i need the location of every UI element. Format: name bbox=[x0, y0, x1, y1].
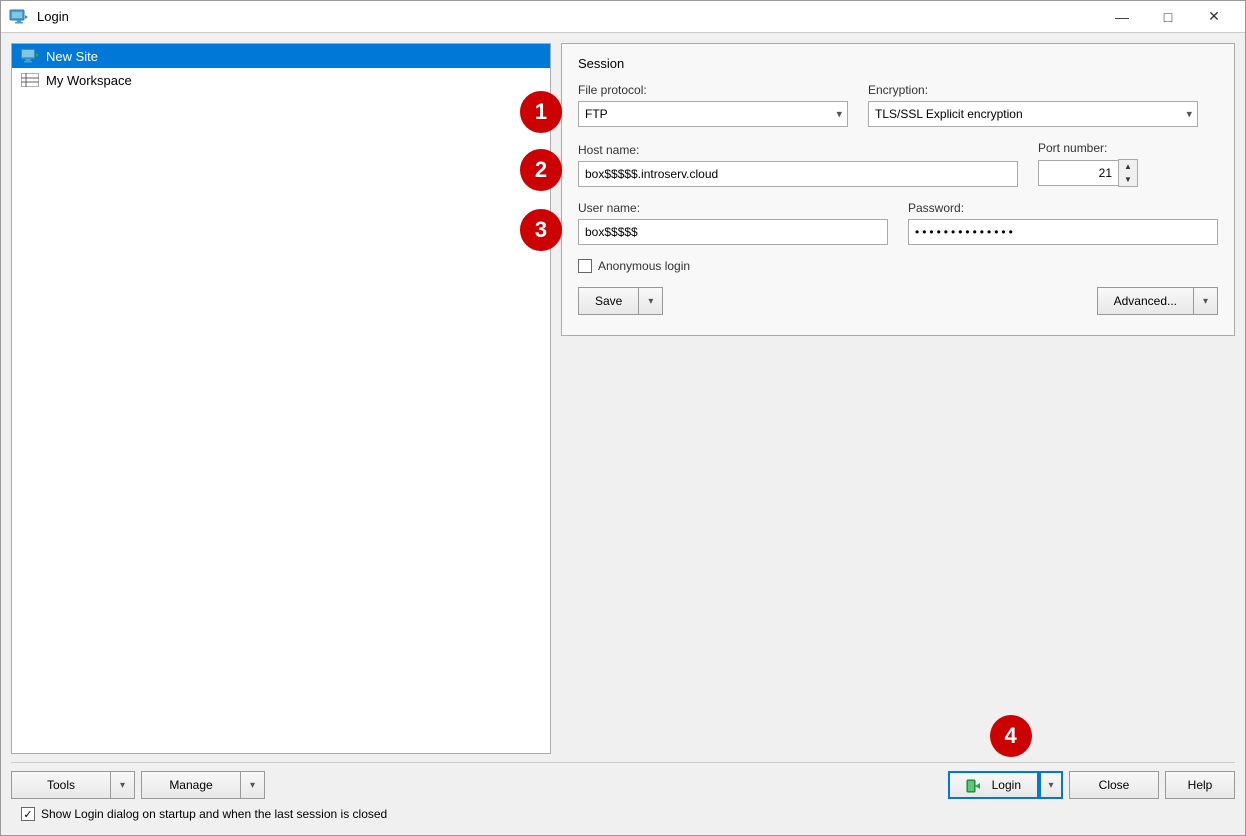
help-button[interactable]: Help bbox=[1165, 771, 1235, 799]
port-up-button[interactable]: ▲ bbox=[1119, 160, 1137, 173]
port-down-button[interactable]: ▼ bbox=[1119, 173, 1137, 186]
encryption-select[interactable]: TLS/SSL Explicit encryption bbox=[868, 101, 1198, 127]
tree-item-new-site[interactable]: New Site bbox=[12, 44, 550, 68]
login-window: Login — □ ✕ bbox=[0, 0, 1246, 836]
tools-button[interactable]: Tools bbox=[11, 771, 111, 799]
bottom-toolbar: Tools ▾ Manage ▾ 4 bbox=[11, 762, 1235, 803]
right-buttons: Close Help bbox=[1069, 771, 1235, 799]
port-input[interactable]: 21 bbox=[1038, 160, 1118, 186]
login-button-group: Login ▾ bbox=[948, 771, 1063, 799]
port-label: Port number: bbox=[1038, 141, 1138, 155]
minimize-button[interactable]: — bbox=[1099, 1, 1145, 33]
status-bar: Show Login dialog on startup and when th… bbox=[11, 803, 1235, 825]
session-title: Session bbox=[578, 56, 1218, 71]
file-protocol-group: File protocol: FTP bbox=[578, 83, 848, 127]
manage-button-group: Manage ▾ bbox=[141, 771, 265, 799]
password-input[interactable] bbox=[908, 219, 1218, 245]
show-login-checkbox[interactable] bbox=[21, 807, 35, 821]
advanced-dropdown-button[interactable]: ▾ bbox=[1194, 287, 1218, 315]
credentials-row: 3 User name: box$$$$$ Password: bbox=[578, 201, 1218, 245]
login-icon bbox=[966, 776, 986, 793]
window-body: New Site My Workspace bbox=[1, 33, 1245, 835]
app-icon bbox=[9, 7, 29, 27]
encryption-label: Encryption: bbox=[868, 83, 1198, 97]
workspace-icon bbox=[20, 72, 40, 88]
file-protocol-select[interactable]: FTP bbox=[578, 101, 848, 127]
port-group: Port number: 21 ▲ ▼ bbox=[1038, 141, 1138, 187]
tools-dropdown-button[interactable]: ▾ bbox=[111, 771, 135, 799]
login-button[interactable]: Login bbox=[948, 771, 1039, 799]
title-bar: Login — □ ✕ bbox=[1, 1, 1245, 33]
advanced-button[interactable]: Advanced... bbox=[1097, 287, 1194, 315]
tree-item-my-workspace[interactable]: My Workspace bbox=[12, 68, 550, 92]
maximize-button[interactable]: □ bbox=[1145, 1, 1191, 33]
session-box: Session 1 File protocol: FTP bbox=[561, 43, 1235, 336]
show-login-label: Show Login dialog on startup and when th… bbox=[41, 807, 387, 821]
save-button-group: Save ▾ bbox=[578, 287, 663, 315]
port-wrapper: 21 ▲ ▼ bbox=[1038, 159, 1138, 187]
my-workspace-label: My Workspace bbox=[46, 73, 132, 88]
password-group: Password: bbox=[908, 201, 1218, 245]
login-dropdown-button[interactable]: ▾ bbox=[1039, 771, 1063, 799]
hostname-group: Host name: box$$$$$.introserv.cloud bbox=[578, 143, 1018, 187]
anonymous-login-label: Anonymous login bbox=[598, 259, 690, 273]
anonymous-login-row: Anonymous login bbox=[578, 259, 1218, 273]
advanced-button-group: Advanced... ▾ bbox=[1097, 287, 1218, 315]
protocol-row: 1 File protocol: FTP bbox=[578, 83, 1218, 127]
hostname-row: 2 Host name: box$$$$$.introserv.cloud Po… bbox=[578, 141, 1218, 187]
save-dropdown-button[interactable]: ▾ bbox=[639, 287, 663, 315]
password-label: Password: bbox=[908, 201, 1218, 215]
hostname-label: Host name: bbox=[578, 143, 1018, 157]
close-window-button[interactable]: ✕ bbox=[1191, 1, 1237, 33]
dialog-close-button[interactable]: Close bbox=[1069, 771, 1159, 799]
save-button[interactable]: Save bbox=[578, 287, 639, 315]
login-button-container: 4 Login ▾ bbox=[948, 771, 1063, 799]
file-protocol-label: File protocol: bbox=[578, 83, 848, 97]
tools-button-group: Tools ▾ bbox=[11, 771, 135, 799]
right-panel: Session 1 File protocol: FTP bbox=[561, 43, 1235, 754]
username-group: User name: box$$$$$ bbox=[578, 201, 888, 245]
username-label: User name: bbox=[578, 201, 888, 215]
encryption-select-wrapper: TLS/SSL Explicit encryption bbox=[868, 101, 1198, 127]
manage-button[interactable]: Manage bbox=[141, 771, 241, 799]
right-spacer bbox=[561, 336, 1235, 754]
login-label: Login bbox=[992, 778, 1021, 792]
action-row: Save ▾ Advanced... ▾ bbox=[578, 287, 1218, 315]
file-protocol-select-wrapper: FTP bbox=[578, 101, 848, 127]
anonymous-login-checkbox[interactable] bbox=[578, 259, 592, 273]
manage-dropdown-button[interactable]: ▾ bbox=[241, 771, 265, 799]
encryption-group: Encryption: TLS/SSL Explicit encryption bbox=[868, 83, 1198, 127]
window-title: Login bbox=[37, 9, 1099, 24]
hostname-input[interactable]: box$$$$$.introserv.cloud bbox=[578, 161, 1018, 187]
new-site-label: New Site bbox=[46, 49, 98, 64]
new-site-icon bbox=[20, 48, 40, 64]
username-input[interactable]: box$$$$$ bbox=[578, 219, 888, 245]
startup-checkbox-row: Show Login dialog on startup and when th… bbox=[21, 807, 387, 821]
window-controls: — □ ✕ bbox=[1099, 1, 1237, 33]
site-tree-panel: New Site My Workspace bbox=[11, 43, 551, 754]
main-content: New Site My Workspace bbox=[11, 43, 1235, 754]
port-spinners: ▲ ▼ bbox=[1118, 159, 1138, 187]
